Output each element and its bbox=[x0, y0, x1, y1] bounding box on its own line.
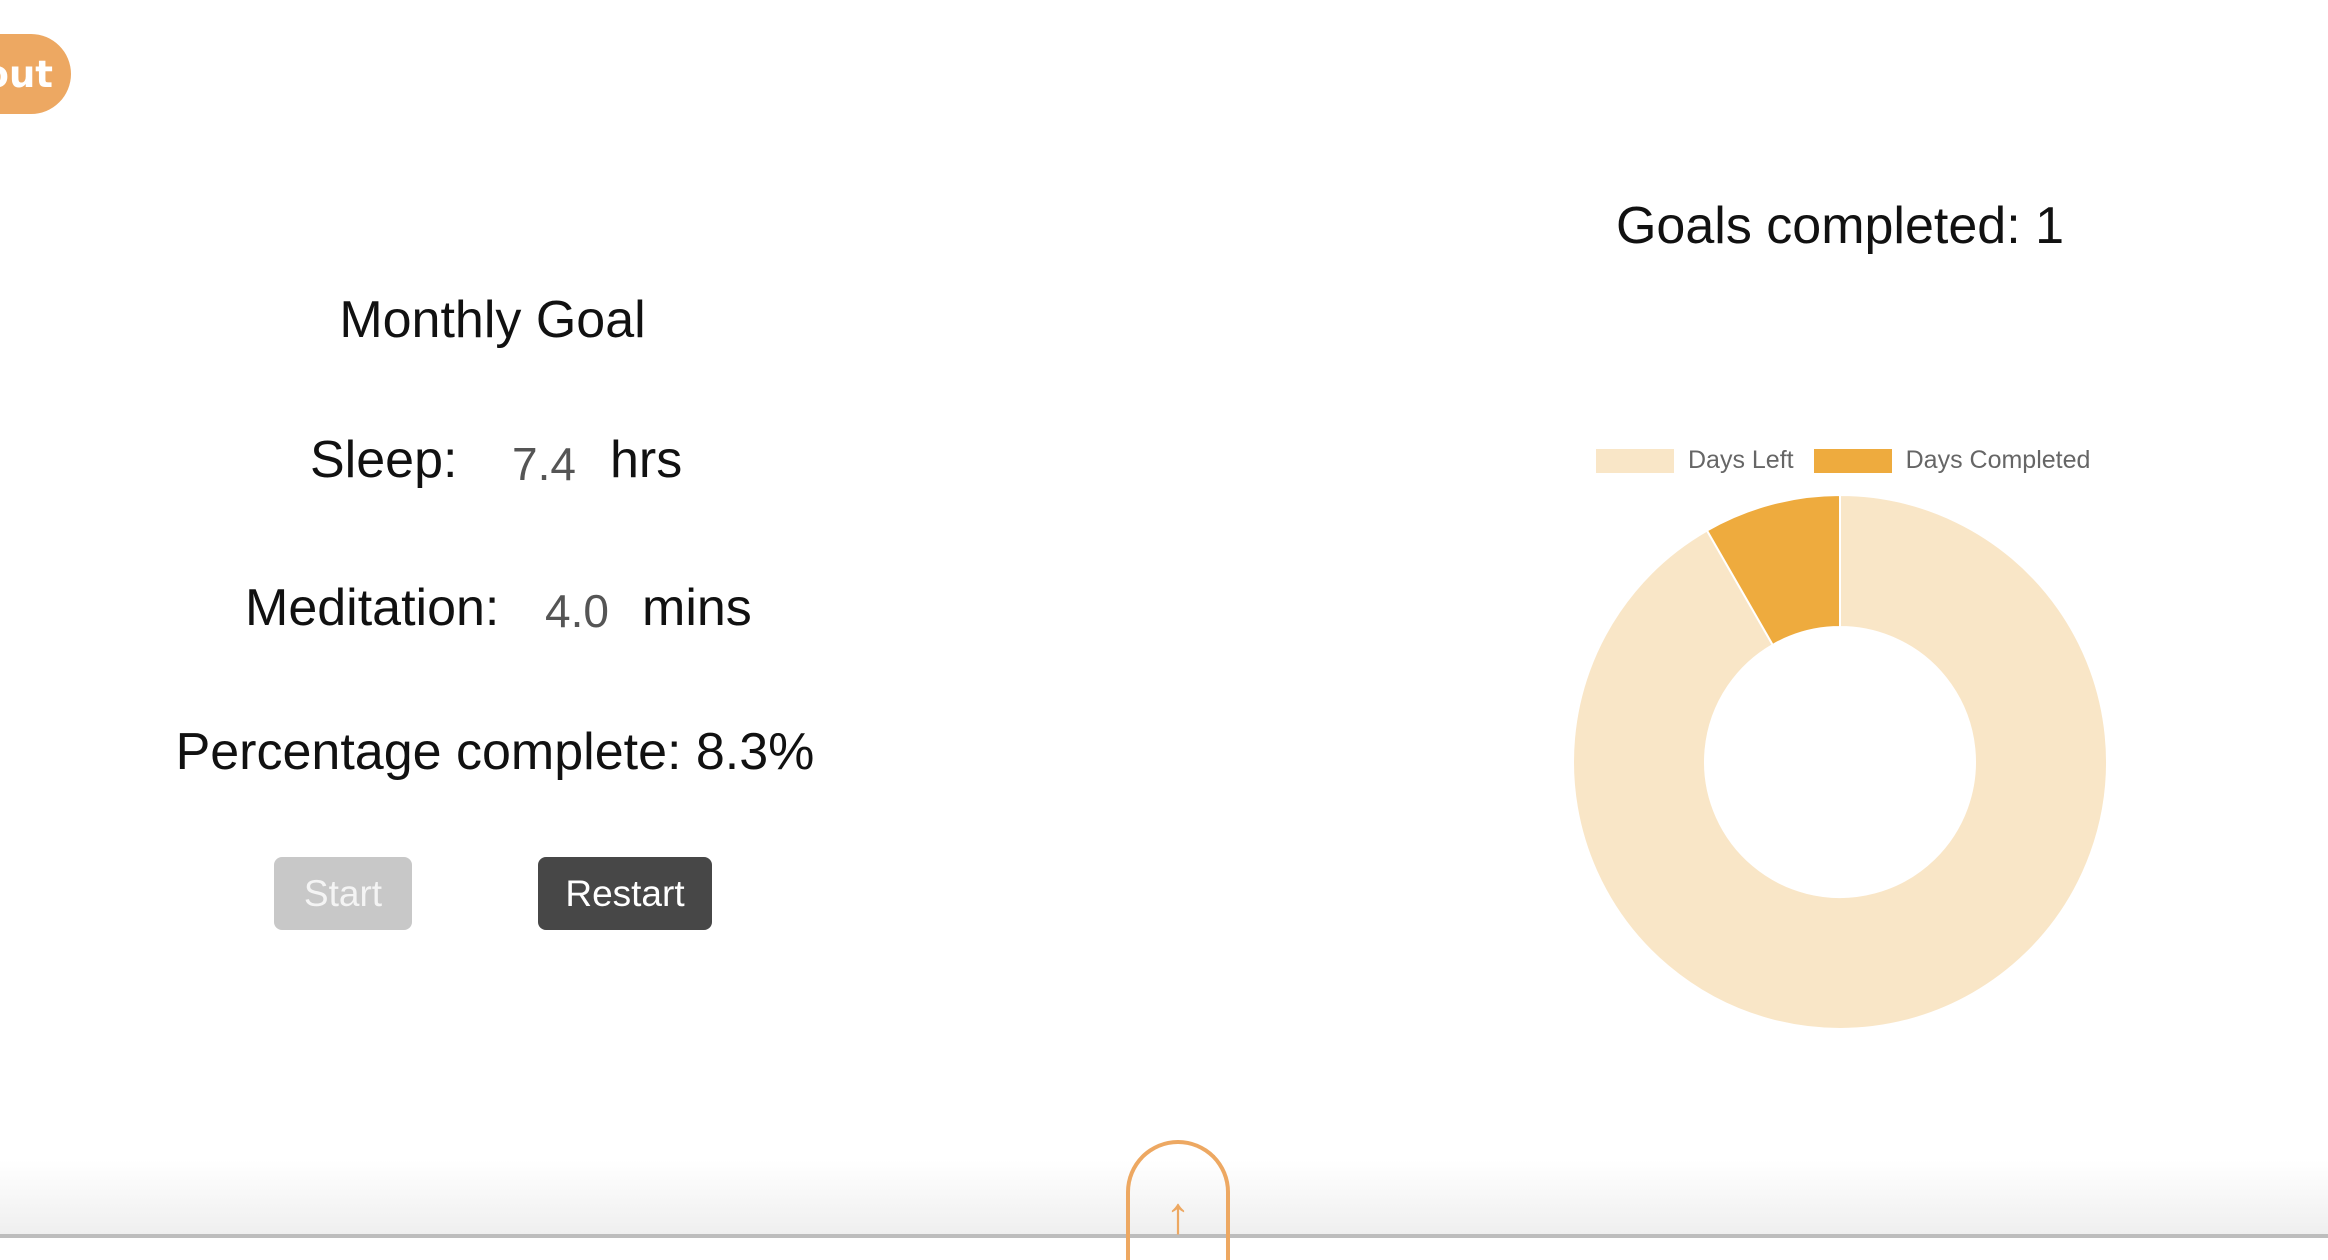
chart-legend: Days Left Days Completed bbox=[1596, 446, 2110, 475]
restart-label: Restart bbox=[565, 872, 685, 914]
legend-swatch bbox=[1813, 448, 1892, 473]
sleep-value: 7.4 bbox=[512, 438, 576, 490]
logout-label: out bbox=[0, 52, 53, 96]
legend-swatch bbox=[1596, 448, 1674, 473]
days-donut-chart bbox=[1572, 493, 2108, 1030]
scroll-to-top-button[interactable]: ↑ bbox=[1126, 1140, 1230, 1260]
meditation-label: Meditation: bbox=[245, 579, 500, 637]
legend-label: Days Completed bbox=[1905, 446, 2091, 474]
meditation-unit: mins bbox=[642, 579, 752, 637]
start-button[interactable]: Start bbox=[274, 857, 412, 930]
legend-label: Days Left bbox=[1688, 446, 1794, 474]
percentage-complete: Percentage complete: 8.3% bbox=[175, 723, 815, 781]
logout-button[interactable]: out bbox=[0, 34, 71, 114]
arrow-up-icon: ↑ bbox=[1165, 1187, 1191, 1245]
legend-item-days-completed[interactable]: Days Completed bbox=[1813, 446, 2091, 475]
goal-title: Monthly Goal bbox=[339, 291, 646, 349]
restart-button[interactable]: Restart bbox=[538, 857, 712, 930]
goals-completed: Goals completed: 1 bbox=[1615, 197, 2065, 255]
sleep-unit: hrs bbox=[610, 431, 683, 489]
sleep-label: Sleep: bbox=[310, 431, 458, 489]
legend-item-days-left[interactable]: Days Left bbox=[1596, 446, 1794, 475]
meditation-value: 4.0 bbox=[545, 585, 609, 637]
start-label: Start bbox=[303, 872, 383, 914]
